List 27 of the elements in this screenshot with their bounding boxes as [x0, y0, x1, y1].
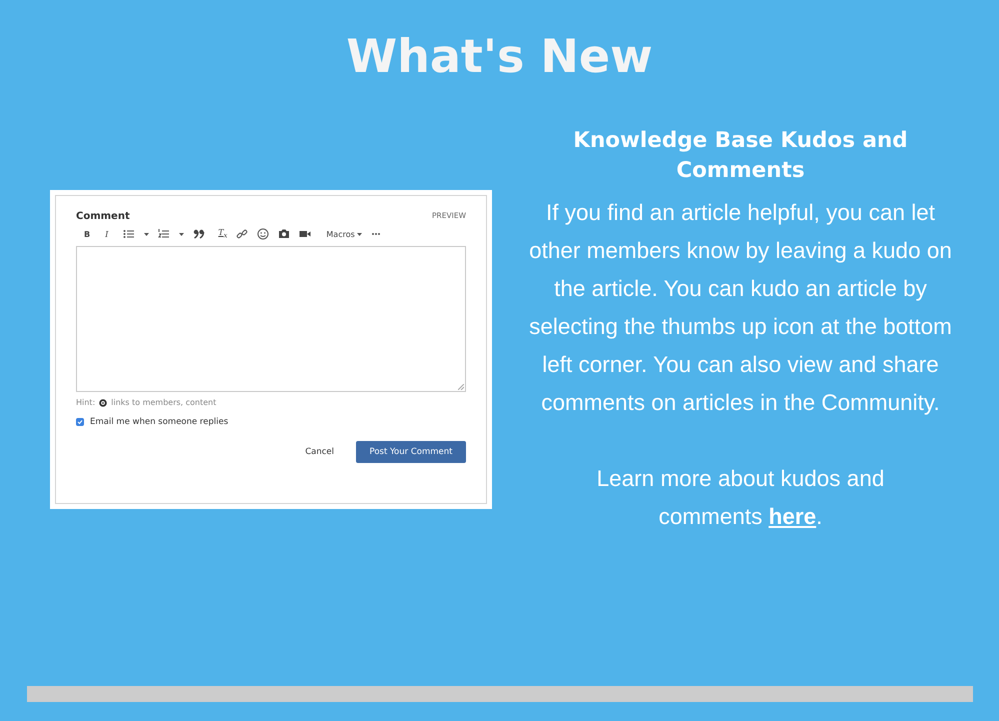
hint-label: Hint: [76, 398, 96, 407]
resize-handle-icon[interactable] [458, 384, 464, 390]
bold-button[interactable]: B [84, 230, 90, 238]
video-camera-icon[interactable] [299, 228, 312, 240]
numbered-list-icon[interactable] [158, 228, 170, 240]
article-heading: Knowledge Base Kudos and Comments [572, 127, 909, 185]
camera-icon[interactable] [278, 228, 290, 240]
caret-icon[interactable] [144, 230, 150, 238]
hint-text: links to members, content [111, 398, 216, 407]
article-paragraph: If you find an article helpful, you can let other members know by leaving a kudo on the article. You can kudo an article by selecting the thumbs up icon at the bottom left corner. You can also view and share comments on articles in the Community. [528, 199, 953, 417]
more-icon[interactable] [370, 231, 381, 237]
learn-more-text: Learn more about kudos and comments here. [596, 465, 886, 531]
email-option-label: Email me when someone replies [90, 417, 228, 427]
post-comment-button[interactable]: Post Your Comment [356, 441, 466, 463]
link-icon[interactable] [236, 228, 248, 240]
quote-icon[interactable] [193, 228, 206, 240]
cancel-button[interactable]: Cancel [305, 447, 334, 457]
smiley-icon[interactable] [257, 228, 270, 240]
macros-dropdown[interactable]: Macros [326, 230, 362, 238]
caret-icon [356, 230, 362, 238]
bullet-list-icon[interactable] [123, 228, 136, 240]
email-checkbox[interactable] [76, 418, 84, 426]
page-title: What's New [346, 28, 653, 85]
italic-button[interactable]: I [105, 230, 108, 238]
comment-label: Comment [76, 211, 130, 222]
clear-format-button[interactable]: T$_{x}$ [218, 228, 228, 240]
caret-icon[interactable] [179, 230, 184, 238]
